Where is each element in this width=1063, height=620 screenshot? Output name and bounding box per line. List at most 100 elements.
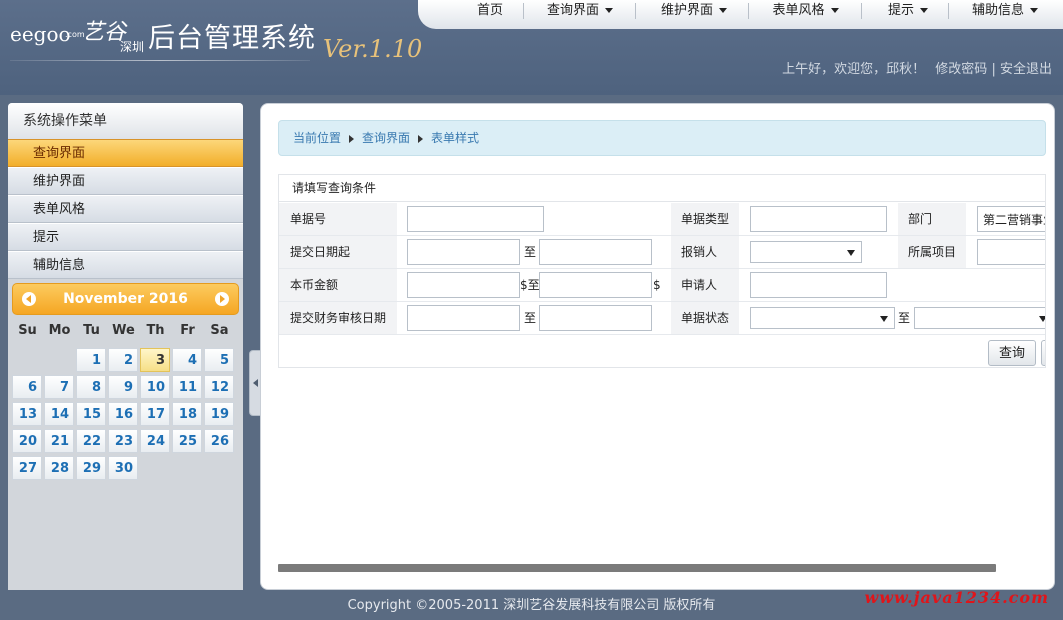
query-button[interactable]: 查询 [988,340,1037,366]
next-month-icon[interactable] [215,292,229,306]
nav-label: 表单风格 [772,3,825,18]
sidebar-item-query[interactable]: 查询界面 [8,139,243,167]
calendar-day[interactable]: 28 [44,456,74,480]
nav-query[interactable]: 查询界面 [528,0,632,22]
calendar-day-today[interactable]: 3 [140,348,170,372]
sidebar-item-tips[interactable]: 提示 [8,223,243,251]
reimburser-select[interactable] [750,241,862,263]
brand-city: 深圳 [120,40,145,54]
dept-label: 部门 [898,203,966,235]
caret-down-icon [830,8,839,13]
calendar-day[interactable]: 26 [204,429,234,453]
nav-divider [748,3,749,19]
audit-date-from-input[interactable] [407,305,520,331]
breadcrumb-arrow-icon [418,134,424,143]
weekday-label: We [112,323,135,338]
calendar-day[interactable]: 9 [108,375,138,399]
submit-date-from-input[interactable] [407,239,520,265]
breadcrumb: 当前位置 查询界面 表单样式 [278,120,1046,156]
calendar-day[interactable]: 4 [172,348,202,372]
calendar-day[interactable]: 2 [108,348,138,372]
calendar-day[interactable]: 8 [76,375,106,399]
sidebar-item-form-style[interactable]: 表单风格 [8,195,243,223]
calendar-day[interactable]: 29 [76,456,106,480]
query-form: 请填写查询条件 单据号 单据类型 部门 提交日期起 至 报销人 所属项目 本币金… [278,174,1046,368]
calendar-day[interactable]: 14 [44,402,74,426]
system-title: 后台管理系统 [148,23,316,54]
sidebar-item-maintain[interactable]: 维护界面 [8,167,243,195]
project-input[interactable] [977,239,1045,265]
dept-input[interactable] [977,206,1045,232]
status-label: 单据状态 [671,302,739,334]
calendar-day[interactable]: 18 [172,402,202,426]
nav-divider [635,3,636,19]
amount-to-input[interactable] [539,272,652,298]
calendar-day[interactable]: 30 [108,456,138,480]
breadcrumb-item: 表单样式 [431,131,480,145]
calendar-day[interactable]: 5 [204,348,234,372]
applicant-label: 申请人 [671,269,739,301]
calendar-day[interactable]: 21 [44,429,74,453]
calendar-day[interactable]: 25 [172,429,202,453]
calendar-day[interactable]: 22 [76,429,106,453]
logo-underline [10,60,310,61]
change-password-link[interactable]: 修改密码 [935,62,987,77]
welcome-bar: 上午好，欢迎您，邱秋！ 修改密码 | 安全退出 [782,58,1052,77]
bill-no-input[interactable] [407,206,544,232]
sidebar: 系统操作菜单 查询界面 维护界面 表单风格 提示 辅助信息 November 2… [8,103,243,590]
calendar-day[interactable]: 7 [44,375,74,399]
bill-type-input[interactable] [750,206,887,232]
calendar-day[interactable]: 23 [108,429,138,453]
status-from-select[interactable] [750,307,895,329]
sidebar-item-aux-info[interactable]: 辅助信息 [8,251,243,279]
weekday-label: Tu [83,323,100,338]
form-row: 提交财务审核日期 至 单据状态 至 [279,302,1045,335]
nav-label: 首页 [476,3,503,18]
form-caption: 请填写查询条件 [279,175,1045,202]
nav-label: 维护界面 [660,3,713,18]
submit-date-label: 提交日期起 [279,236,397,268]
calendar-day[interactable]: 1 [76,348,106,372]
calendar-day[interactable]: 24 [140,429,170,453]
calendar-day[interactable]: 17 [140,402,170,426]
calendar-day[interactable]: 11 [172,375,202,399]
calendar-day[interactable]: 20 [12,429,42,453]
horizontal-scrollbar[interactable] [278,564,996,572]
caret-down-icon [605,8,613,13]
calendar-day[interactable]: 15 [76,402,106,426]
nav-aux-info[interactable]: 辅助信息 [955,0,1055,22]
reimburser-label: 报销人 [671,236,739,268]
nav-tips[interactable]: 提示 [868,0,948,22]
calendar-day[interactable]: 12 [204,375,234,399]
breadcrumb-item[interactable]: 查询界面 [362,131,410,145]
calendar-day[interactable]: 27 [12,456,42,480]
amount-from-input[interactable] [407,272,520,298]
calendar-day[interactable]: 19 [204,402,234,426]
audit-date-to-input[interactable] [539,305,652,331]
status-to-select[interactable] [914,307,1045,329]
nav-maintain[interactable]: 维护界面 [640,0,748,22]
nav-label: 查询界面 [546,3,599,18]
nav-form-style[interactable]: 表单风格 [753,0,858,22]
nav-divider [523,3,524,19]
calendar-day[interactable]: 13 [12,402,42,426]
logout-link[interactable]: 安全退出 [1000,62,1052,77]
status-range-to-text: 至 [898,311,911,325]
applicant-input[interactable] [750,272,887,298]
calendar-day[interactable]: 16 [108,402,138,426]
reset-button[interactable] [1041,340,1045,366]
breadcrumb-item[interactable]: 当前位置 [293,131,341,145]
calendar-header: November 2016 [12,283,239,315]
submit-date-to-input[interactable] [539,239,652,265]
caret-down-icon [920,8,928,13]
nav-home[interactable]: 首页 [460,0,520,22]
amount-range-to-text: $至 [520,278,540,292]
calendar-month-label: November 2016 [63,291,188,307]
calendar-day[interactable]: 10 [140,375,170,399]
calendar-day[interactable]: 6 [12,375,42,399]
breadcrumb-arrow-icon [349,134,355,143]
currency-suffix: $ [653,278,661,292]
watermark: www.java1234.com [864,588,1049,607]
weekday-label: Sa [210,323,229,338]
bill-no-label: 单据号 [279,203,397,235]
